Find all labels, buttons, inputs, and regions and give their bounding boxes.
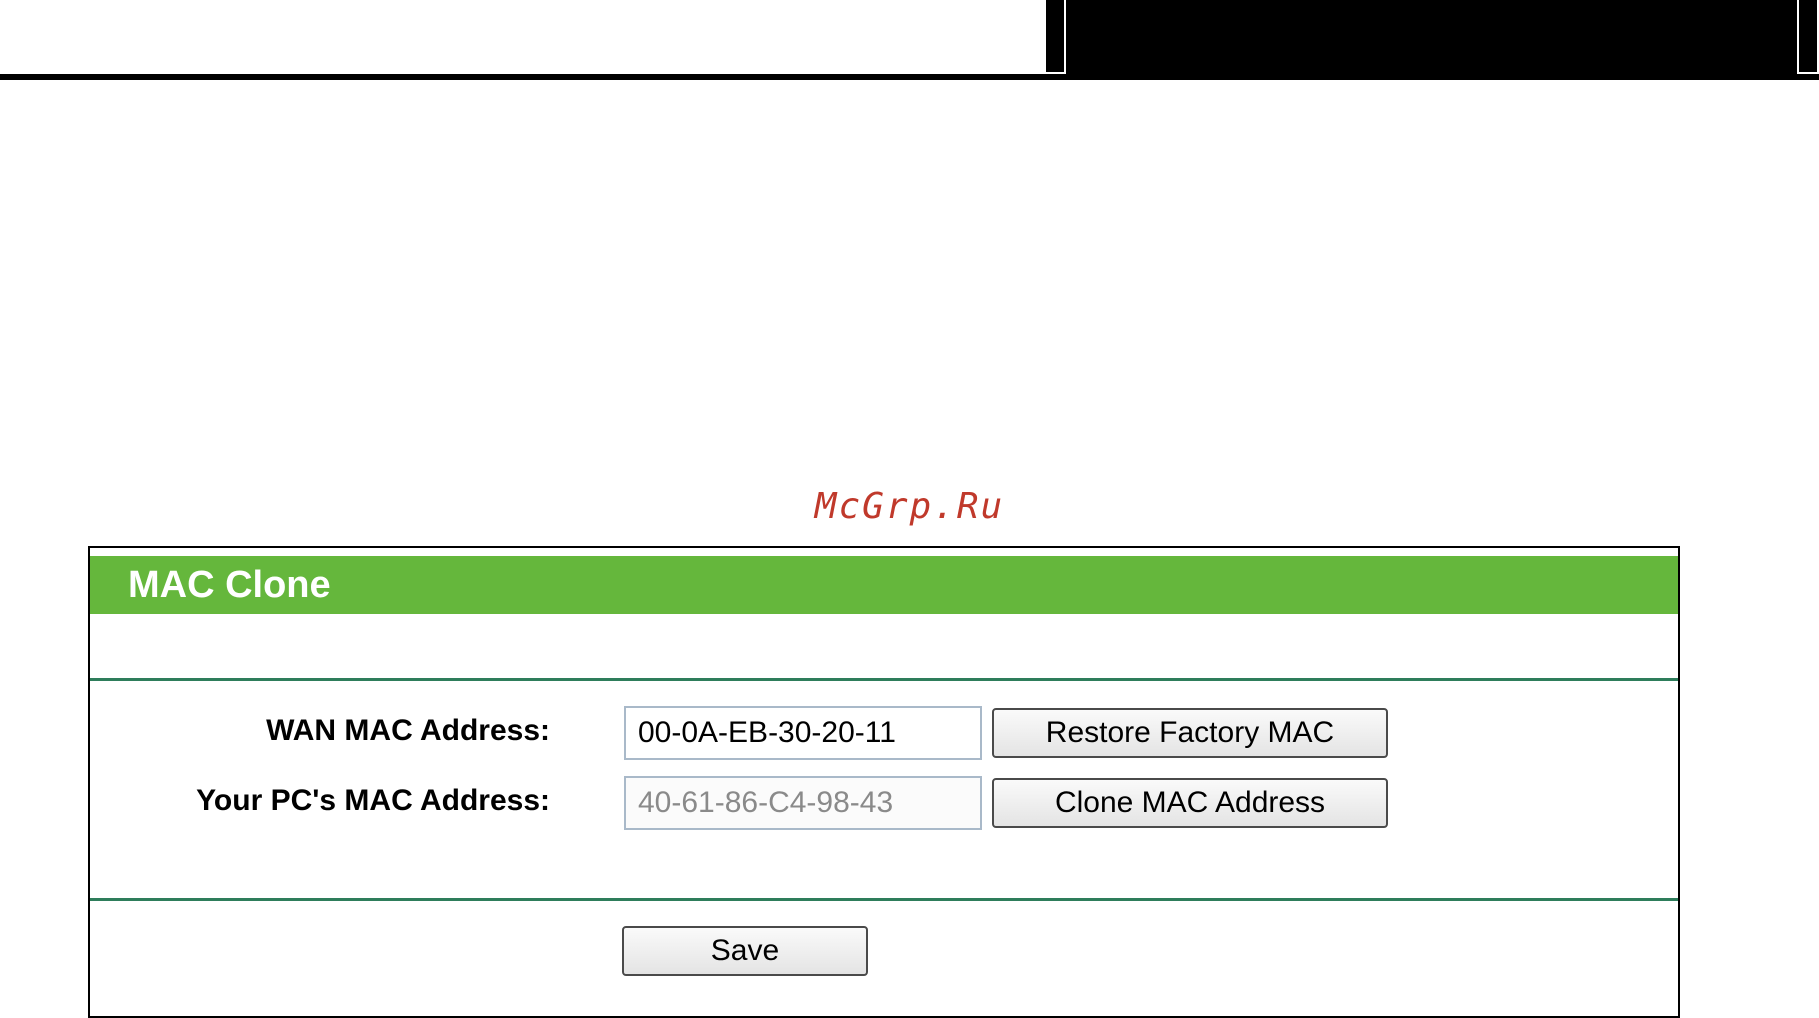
wan-mac-input[interactable]	[624, 706, 982, 760]
wan-mac-label: WAN MAC Address:	[266, 714, 550, 747]
header-rule	[0, 74, 1819, 80]
header-bar-left-edge	[1044, 0, 1066, 74]
header-black-bar	[1044, 0, 1819, 80]
divider-top	[90, 678, 1678, 681]
pc-mac-label: Your PC's MAC Address:	[196, 784, 550, 817]
watermark: McGrp.Ru	[814, 486, 1005, 527]
mac-clone-panel: MAC Clone WAN MAC Address: Restore Facto…	[88, 546, 1680, 1018]
divider-bottom	[90, 898, 1678, 901]
panel-title: MAC Clone	[128, 564, 331, 606]
pc-mac-field	[624, 776, 982, 830]
restore-factory-mac-button[interactable]: Restore Factory MAC	[992, 708, 1388, 758]
panel-header: MAC Clone	[90, 556, 1678, 614]
header-bar-right-edge	[1797, 0, 1819, 74]
clone-mac-address-button[interactable]: Clone MAC Address	[992, 778, 1388, 828]
save-button[interactable]: Save	[622, 926, 868, 976]
